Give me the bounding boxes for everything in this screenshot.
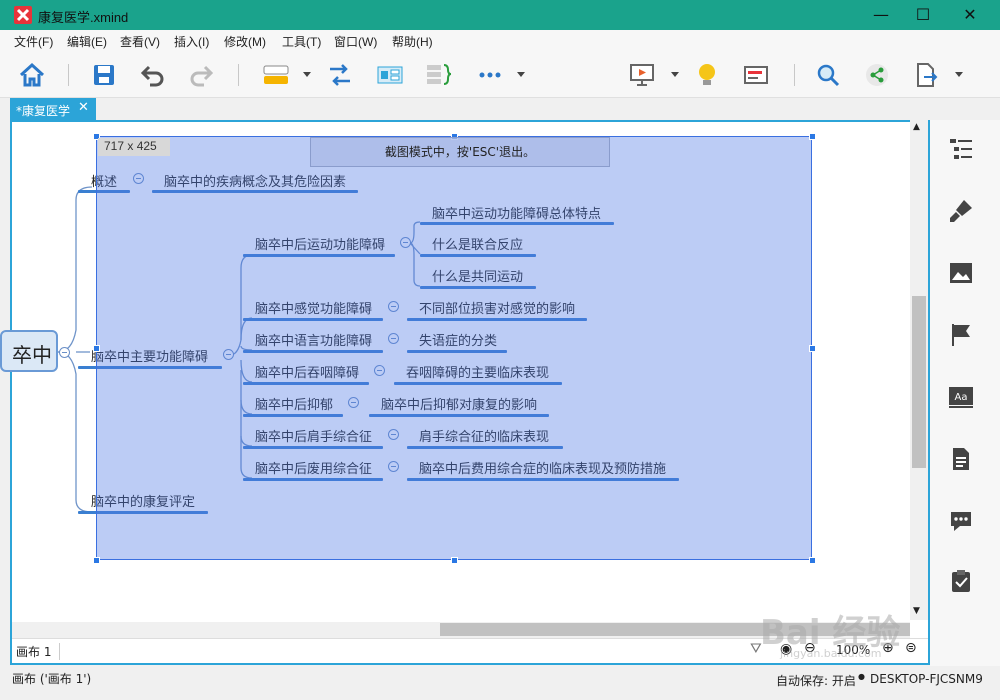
tab-label: *康复医学 [16, 104, 71, 118]
tab-strip [0, 98, 1000, 120]
outline-icon[interactable] [742, 61, 770, 89]
status-autosave[interactable]: 自动保存: 开启 [776, 672, 856, 689]
title-bar: 康复医学.xmind — ☐ ✕ [0, 0, 1000, 30]
presentation-dropdown-icon[interactable] [671, 72, 679, 77]
boundary-icon[interactable] [376, 61, 404, 89]
export-icon[interactable] [912, 61, 940, 89]
resize-handle[interactable] [809, 557, 816, 564]
share-icon[interactable] [863, 61, 891, 89]
toolbar [0, 52, 1000, 98]
relationship-icon[interactable] [326, 61, 354, 89]
more-icon[interactable] [476, 61, 504, 89]
tab-close-icon[interactable]: ✕ [78, 100, 89, 115]
fit-menu-icon[interactable]: ⊜ [905, 640, 917, 656]
menu-insert[interactable]: 插入(I) [174, 33, 209, 50]
resize-handle[interactable] [809, 133, 816, 140]
central-topic[interactable]: 卒中 [0, 330, 58, 372]
task-icon[interactable] [948, 568, 974, 594]
text-style-icon[interactable]: Aa [948, 384, 974, 410]
xmind-logo-icon [14, 6, 32, 24]
menu-window[interactable]: 窗口(W) [334, 33, 377, 50]
status-machine: DESKTOP-FJCSNM9 [870, 672, 983, 686]
menu-modify[interactable]: 修改(M) [224, 33, 266, 50]
status-dot-icon: ● [858, 672, 865, 681]
capture-size-label: 717 x 425 [98, 138, 170, 156]
export-dropdown-icon[interactable] [955, 72, 963, 77]
status-bar: 画布 ('画布 1') 自动保存: 开启 ● DESKTOP-FJCSNM9 [0, 666, 1000, 700]
scroll-down-icon[interactable]: ▼ [913, 606, 920, 616]
menu-help[interactable]: 帮助(H) [392, 33, 433, 50]
topic-dropdown-icon[interactable] [303, 72, 311, 77]
collapse-toggle-icon[interactable] [59, 347, 70, 358]
format-icon[interactable] [948, 198, 974, 224]
home-icon[interactable] [18, 61, 46, 89]
topic-icon[interactable] [262, 61, 290, 89]
comment-icon[interactable] [948, 508, 974, 534]
central-topic-label: 卒中 [12, 343, 52, 367]
summary-icon[interactable] [424, 61, 452, 89]
minimize-button[interactable]: — [866, 4, 896, 26]
window-title: 康复医学.xmind [38, 10, 129, 25]
toolbar-separator [68, 64, 69, 86]
idea-icon[interactable] [693, 61, 721, 89]
toolbar-separator [794, 64, 795, 86]
vertical-scroll-thumb[interactable] [912, 296, 926, 468]
baidu-watermark-url: jingyan.baidu.com [780, 647, 882, 660]
close-button[interactable]: ✕ [955, 4, 985, 26]
undo-icon[interactable] [138, 61, 166, 89]
outline-panel-icon[interactable] [948, 136, 974, 162]
image-icon[interactable] [948, 260, 974, 286]
save-icon[interactable] [90, 61, 118, 89]
notes-icon[interactable] [948, 446, 974, 472]
redo-icon[interactable] [188, 61, 216, 89]
resize-handle[interactable] [809, 345, 816, 352]
maximize-button[interactable]: ☐ [908, 4, 938, 26]
status-sheet: 画布 ('画布 1') [12, 672, 92, 686]
presentation-icon[interactable] [628, 61, 656, 89]
search-icon[interactable] [814, 61, 842, 89]
capture-hint: 截图模式中，按'ESC'退出。 [310, 137, 610, 167]
menu-bar: 文件(F) 编辑(E) 查看(V) 插入(I) 修改(M) 工具(T) 窗口(W… [0, 30, 1000, 52]
resize-handle[interactable] [93, 345, 100, 352]
scroll-up-icon[interactable]: ▲ [913, 122, 920, 132]
more-dropdown-icon[interactable] [517, 72, 525, 77]
sheet-tab[interactable]: 画布 1 [16, 643, 61, 660]
resize-handle[interactable] [93, 557, 100, 564]
toolbar-separator [238, 64, 239, 86]
tab-document[interactable]: *康复医学 ✕ [10, 98, 96, 120]
menu-tools[interactable]: 工具(T) [282, 33, 321, 50]
capture-selection[interactable] [96, 136, 812, 560]
svg-text:Aa: Aa [955, 392, 968, 403]
resize-handle[interactable] [451, 557, 458, 564]
menu-file[interactable]: 文件(F) [14, 33, 53, 50]
menu-edit[interactable]: 编辑(E) [67, 33, 107, 50]
menu-view[interactable]: 查看(V) [120, 33, 160, 50]
marker-icon[interactable] [948, 322, 974, 348]
